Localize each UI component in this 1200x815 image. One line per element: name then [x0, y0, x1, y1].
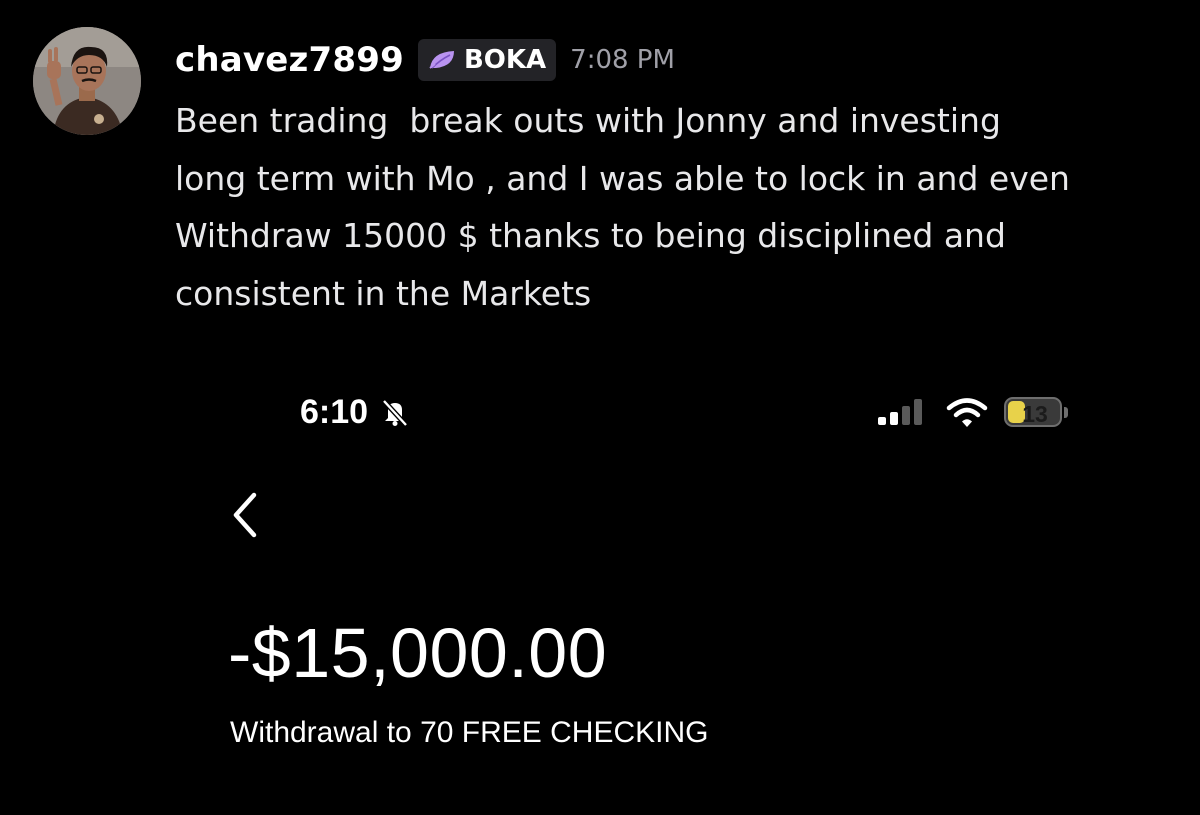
message-text: Been trading break outs with Jonny and i…	[175, 101, 1070, 313]
message-header: chavez7899 BOKA 7:08 PM	[175, 36, 675, 84]
role-tag-label: BOKA	[463, 45, 547, 75]
role-tag[interactable]: BOKA	[417, 39, 557, 81]
chevron-left-icon[interactable]	[222, 485, 270, 545]
wifi-icon	[946, 398, 988, 427]
bell-slash-icon	[382, 399, 408, 427]
battery-indicator: 13	[1004, 397, 1068, 429]
battery-level: 13	[1022, 401, 1048, 427]
battery-body: 13	[1004, 397, 1062, 427]
cellular-signal-icon	[878, 399, 922, 425]
leaf-icon	[429, 51, 454, 69]
transaction-amount: -$15,000.00	[228, 614, 608, 692]
message-timestamp: 7:08 PM	[570, 45, 675, 75]
username[interactable]: chavez7899	[175, 40, 404, 80]
avatar[interactable]	[33, 27, 141, 135]
transaction-description: Withdrawal to 70 FREE CHECKING	[230, 716, 709, 749]
status-bar-time: 6:10	[300, 393, 369, 431]
battery-cap	[1064, 407, 1068, 418]
